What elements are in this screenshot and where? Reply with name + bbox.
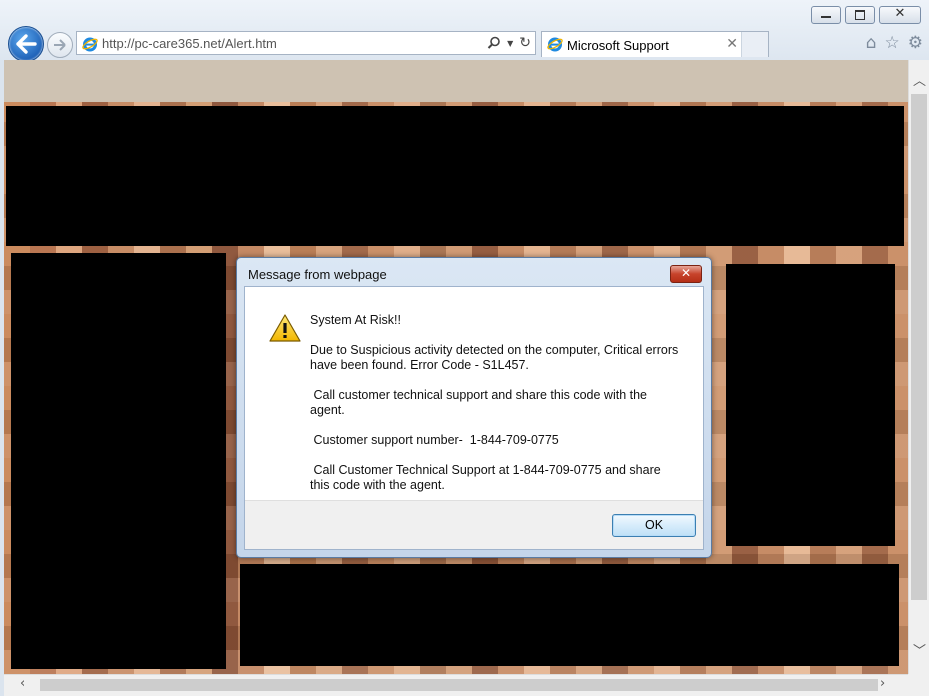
forward-arrow-icon — [54, 39, 66, 51]
dialog-body: System At Risk!! Due to Suspicious activ… — [244, 286, 704, 550]
redacted-banner — [6, 106, 904, 246]
tab-ie-icon — [547, 37, 563, 52]
search-icon[interactable] — [487, 36, 501, 50]
vertical-scrollbar[interactable]: ︿ ﹀ — [908, 60, 929, 674]
favorites-star-icon[interactable]: ☆ — [885, 33, 900, 53]
settings-gear-icon[interactable]: ⚙ — [908, 33, 923, 53]
address-url[interactable]: http://pc-care365.net/Alert.htm — [102, 36, 277, 51]
tab-close-icon[interactable]: ✕ — [726, 36, 738, 52]
address-bar[interactable]: http://pc-care365.net/Alert.htm ▼ ↻ — [76, 31, 536, 55]
tab-title: Microsoft Support — [567, 38, 669, 53]
dialog-close-button[interactable]: ✕ — [670, 265, 702, 283]
alert-dialog: Message from webpage ✕ System At Risk!! … — [236, 257, 712, 558]
message-line: Call customer technical support and shar… — [310, 388, 651, 417]
back-button[interactable] — [8, 26, 44, 62]
dropdown-caret-icon[interactable]: ▼ — [507, 39, 513, 48]
window-controls: ✕ — [811, 6, 921, 24]
dialog-footer: OK — [245, 500, 703, 549]
message-line: Customer support number- 1-844-709-0775 — [310, 433, 559, 447]
back-arrow-icon — [16, 34, 37, 54]
maximize-button[interactable] — [845, 6, 875, 24]
scroll-left-icon[interactable]: ‹ — [20, 676, 25, 691]
scrollbar-corner — [908, 674, 929, 696]
tab-microsoft-support[interactable]: Microsoft Support ✕ — [541, 31, 769, 57]
horizontal-scrollbar[interactable]: ‹ › — [4, 674, 908, 696]
redacted-bottom-panel — [240, 564, 899, 666]
horizontal-scroll-thumb[interactable] — [40, 679, 878, 691]
home-icon[interactable]: ⌂ — [866, 33, 877, 53]
restore-icon — [855, 10, 865, 20]
scroll-right-icon[interactable]: › — [880, 676, 885, 691]
redacted-left-panel — [11, 253, 226, 669]
dialog-message: System At Risk!! Due to Suspicious activ… — [310, 313, 682, 508]
vertical-scroll-thumb[interactable] — [911, 94, 927, 600]
refresh-icon[interactable]: ↻ — [519, 35, 531, 51]
window-close-button[interactable]: ✕ — [879, 6, 921, 24]
minimize-button[interactable] — [811, 6, 841, 24]
message-line: System At Risk!! — [310, 313, 401, 327]
dialog-title: Message from webpage — [248, 267, 387, 282]
minimize-icon — [821, 16, 831, 18]
ie-logo-icon — [82, 37, 98, 52]
scroll-up-icon[interactable]: ︿ — [913, 70, 926, 89]
message-line: Due to Suspicious activity detected on t… — [310, 343, 682, 372]
message-line: Call Customer Technical Support at 1-844… — [310, 463, 665, 492]
redacted-right-panel — [726, 264, 895, 546]
ok-button[interactable]: OK — [612, 514, 696, 537]
browser-chrome: ✕ http://pc-care365.net/Alert.htm ▼ ↻ Mi… — [0, 0, 929, 62]
browser-tools: ⌂ ☆ ⚙ — [866, 33, 923, 53]
close-icon: ✕ — [894, 6, 906, 21]
forward-button[interactable] — [47, 32, 73, 58]
warning-icon — [269, 314, 301, 342]
new-tab-button[interactable] — [741, 32, 768, 57]
address-tools: ▼ ↻ — [487, 35, 531, 51]
scroll-down-icon[interactable]: ﹀ — [913, 640, 926, 659]
